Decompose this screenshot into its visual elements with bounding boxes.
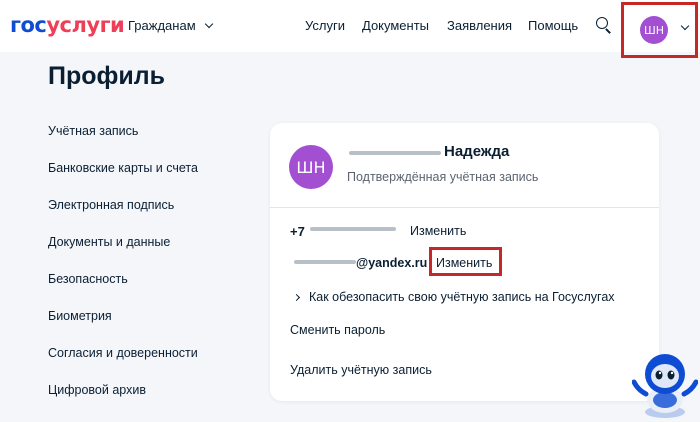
change-email-link[interactable]: Изменить xyxy=(436,256,492,270)
search-icon[interactable] xyxy=(596,17,612,34)
assistant-robot-icon[interactable] xyxy=(631,350,699,420)
change-password-link[interactable]: Сменить пароль xyxy=(290,323,385,337)
nav-services[interactable]: Услуги xyxy=(305,18,345,33)
nav-help[interactable]: Помощь xyxy=(528,18,578,33)
delete-account-link[interactable]: Удалить учётную запись xyxy=(290,363,432,377)
sidebar-item-security[interactable]: Безопасность xyxy=(48,272,128,286)
sidebar-item-bank-cards[interactable]: Банковские карты и счета xyxy=(48,161,198,175)
redacted-surname xyxy=(349,151,441,155)
redacted-phone xyxy=(310,227,396,231)
nav-applications[interactable]: Заявления xyxy=(447,18,512,33)
nav-documents[interactable]: Документы xyxy=(362,18,429,33)
avatar[interactable]: ШН xyxy=(640,16,668,44)
sidebar-item-consents[interactable]: Согласия и доверенности xyxy=(48,346,198,360)
secure-account-expander[interactable]: Как обезопасить свою учётную запись на Г… xyxy=(292,290,615,304)
secure-account-label: Как обезопасить свою учётную запись на Г… xyxy=(309,290,615,304)
citizens-label: Гражданам xyxy=(128,18,196,33)
account-card: ШН Надежда Подтверждённая учётная запись… xyxy=(270,123,659,401)
avatar: ШН xyxy=(289,145,333,189)
top-header: госуслуги Гражданам Услуги Документы Зая… xyxy=(0,0,700,58)
chevron-down-icon[interactable] xyxy=(680,21,690,31)
page-title: Профиль xyxy=(48,62,166,90)
logo-text-part2: услуги xyxy=(46,13,125,37)
sidebar-item-account[interactable]: Учётная запись xyxy=(48,124,138,138)
sidebar-item-digital-archive[interactable]: Цифровой архив xyxy=(48,383,146,397)
sidebar-item-e-signature[interactable]: Электронная подпись xyxy=(48,198,174,212)
chevron-down-icon xyxy=(204,19,213,29)
citizens-dropdown[interactable]: Гражданам xyxy=(128,18,213,33)
redacted-email xyxy=(294,260,356,264)
gosuslugi-logo[interactable]: госуслуги xyxy=(10,13,125,37)
chevron-right-icon xyxy=(292,293,301,301)
phone-prefix: +7 xyxy=(290,224,305,239)
account-status: Подтверждённая учётная запись xyxy=(347,170,539,184)
email-domain: @yandex.ru xyxy=(356,256,428,270)
profile-menu-highlight: ШН xyxy=(621,2,698,58)
logo-text-part1: гос xyxy=(10,13,47,37)
divider xyxy=(270,207,659,208)
sidebar-item-biometrics[interactable]: Биометрия xyxy=(48,309,112,323)
sidebar-item-documents[interactable]: Документы и данные xyxy=(48,235,170,249)
change-phone-link[interactable]: Изменить xyxy=(410,224,466,238)
user-name: Надежда xyxy=(444,143,510,160)
